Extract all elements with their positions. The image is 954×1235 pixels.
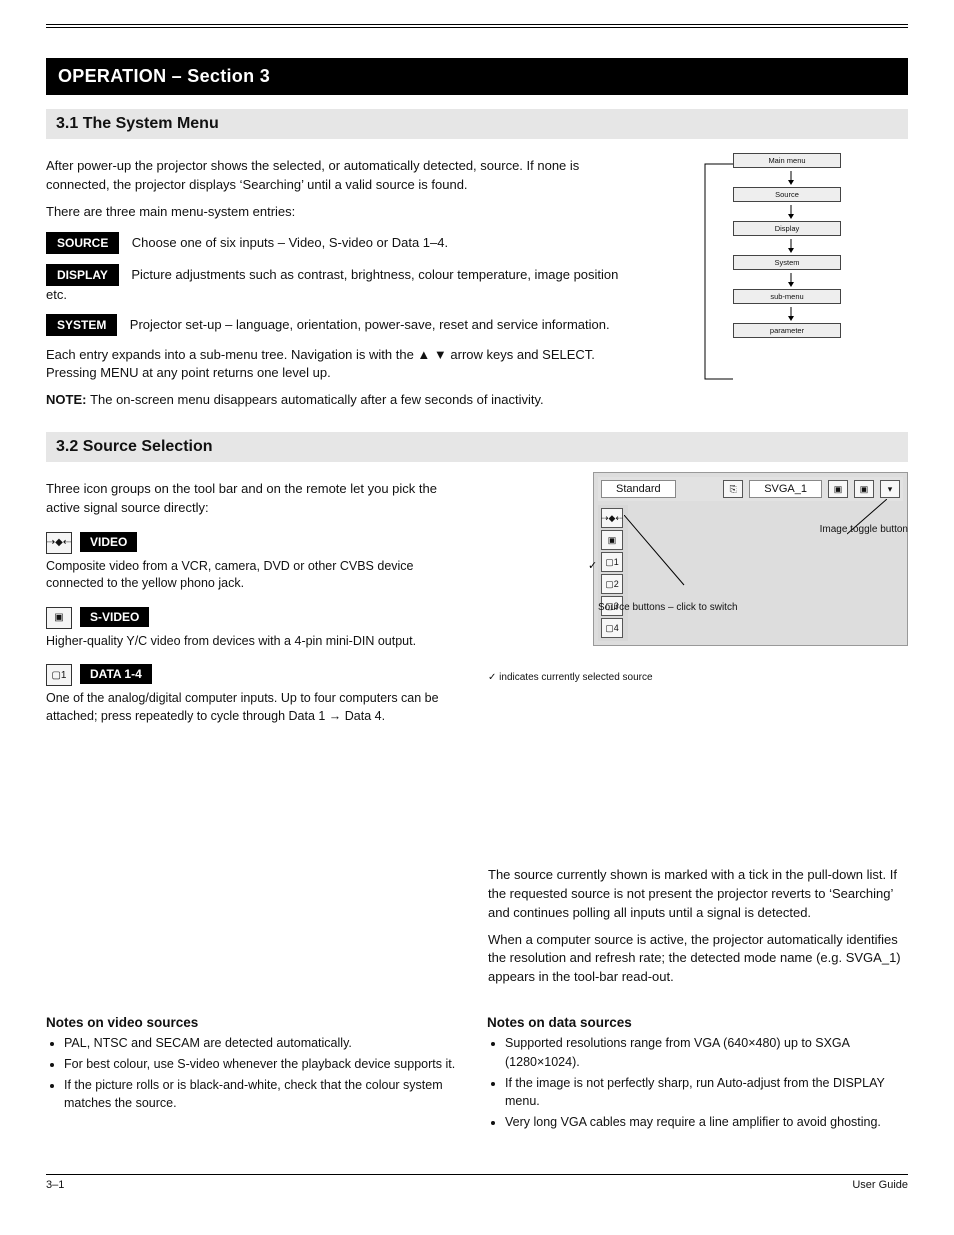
list-item: For best colour, use S-video whenever th… xyxy=(64,1055,467,1074)
menu-item-system: SYSTEM Projector set-up – language, orie… xyxy=(46,314,628,336)
flow-node-4: sub-menu xyxy=(733,289,841,304)
toolbar-btn-3[interactable]: ▣ xyxy=(854,480,874,498)
callout-right-bot-text: Source buttons – click to switch xyxy=(598,602,738,613)
flow-node-3: System xyxy=(733,255,841,270)
list-item: PAL, NTSC and SECAM are detected automat… xyxy=(64,1034,467,1053)
menu-desc-source: Choose one of six inputs – Video, S-vide… xyxy=(132,235,448,250)
menu-desc-system: Projector set-up – language, orientation… xyxy=(130,317,610,332)
video-chip: VIDEO xyxy=(80,532,137,552)
flow-node-0: Main menu xyxy=(733,153,841,168)
side-icon-video[interactable]: ⇢◆⇠ xyxy=(601,508,623,528)
menu-item-display: DISPLAY Picture adjustments such as cont… xyxy=(46,264,628,304)
menu-tag-system: SYSTEM xyxy=(46,314,117,336)
toolbar-res-readout: SVGA_1 xyxy=(749,480,822,498)
source-intro: Three icon groups on the tool bar and on… xyxy=(46,480,466,518)
flow-arrow-1 xyxy=(786,205,796,219)
intro-paragraph-1: After power-up the projector shows the s… xyxy=(46,157,628,195)
toolbar-btn-4[interactable]: ▾ xyxy=(880,480,900,498)
footer-doc-title: User Guide xyxy=(852,1179,908,1191)
notes-data-list: Supported resolutions range from VGA (64… xyxy=(487,1034,908,1132)
toolbar-btn-2[interactable]: ▣ xyxy=(828,480,848,498)
menu-tag-source: SOURCE xyxy=(46,232,119,254)
video-desc: Composite video from a VCR, camera, DVD … xyxy=(46,558,466,593)
callout-line-left xyxy=(624,515,694,595)
subsection-3-2-title: 3.2 Source Selection xyxy=(46,432,908,462)
flow-node-2: Display xyxy=(733,221,841,236)
callout-right-top-text: Image toggle button xyxy=(820,524,908,535)
menu-tag-display: DISPLAY xyxy=(46,264,119,286)
intro-note: NOTE: The on-screen menu disappears auto… xyxy=(46,391,628,410)
flow-node-5: parameter xyxy=(733,323,841,338)
callout-tick-mark: ✓ xyxy=(588,561,598,571)
list-item: Supported resolutions range from VGA (64… xyxy=(505,1034,908,1072)
page-footer: 3–1 User Guide xyxy=(46,1174,908,1191)
source-right-p2: When a computer source is active, the pr… xyxy=(488,931,908,988)
toolbar-mode-label[interactable]: Standard xyxy=(601,480,676,498)
flow-arrow-3 xyxy=(786,273,796,287)
svideo-desc: Higher-quality Y/C video from devices wi… xyxy=(46,633,466,651)
notes-video-list: PAL, NTSC and SECAM are detected automat… xyxy=(46,1034,467,1113)
source-right-p1: The source currently shown is marked wit… xyxy=(488,866,908,923)
source-row-svideo: ▣ S-VIDEO xyxy=(46,607,466,629)
page-top-rule xyxy=(46,24,908,28)
intro-paragraph-3: Each entry expands into a sub-menu tree.… xyxy=(46,346,628,384)
source-row-data: ▢1 DATA 1-4 xyxy=(46,664,466,686)
source-row-video: ⇢◆⇠ VIDEO xyxy=(46,532,466,554)
side-icon-data2[interactable]: ▢2 xyxy=(601,574,623,594)
flow-node-1: Source xyxy=(733,187,841,202)
note-text: The on-screen menu disappears automatica… xyxy=(90,392,544,407)
list-item: If the picture rolls or is black-and-whi… xyxy=(64,1076,467,1114)
data-desc: One of the analog/digital computer input… xyxy=(46,690,466,725)
footer-page-number: 3–1 xyxy=(46,1179,64,1191)
notes-data-head: Notes on data sources xyxy=(487,1015,908,1030)
subsection-3-1-title: 3.1 The System Menu xyxy=(46,109,908,139)
side-icon-svideo[interactable]: ▣ xyxy=(601,530,623,550)
svideo-icon: ▣ xyxy=(46,607,72,629)
callout-left-text: ✓ indicates currently selected source xyxy=(488,672,653,683)
data-icon: ▢1 xyxy=(46,664,72,686)
note-label: NOTE: xyxy=(46,392,90,407)
list-item: If the image is not perfectly sharp, run… xyxy=(505,1074,908,1112)
flow-arrow-4 xyxy=(786,307,796,321)
section-title-bar: OPERATION – Section 3 xyxy=(46,58,908,95)
toolbar-btn-1[interactable]: ⎘ xyxy=(723,480,743,498)
side-icon-data1[interactable]: ▢1 xyxy=(601,552,623,572)
toolbar-screenshot: Standard ⎘ SVGA_1 ▣ ▣ ▾ ⇢◆⇠ ▣ ▢1 ▢2 ▢3 ▢… xyxy=(593,472,908,646)
list-item: Very long VGA cables may require a line … xyxy=(505,1113,908,1132)
intro-paragraph-2: There are three main menu-system entries… xyxy=(46,203,628,222)
menu-item-source: SOURCE Choose one of six inputs – Video,… xyxy=(46,232,628,254)
svideo-chip: S-VIDEO xyxy=(80,607,149,627)
data-chip: DATA 1-4 xyxy=(80,664,152,684)
side-icon-data4[interactable]: ▢4 xyxy=(601,618,623,638)
flow-arrow-0 xyxy=(786,171,796,185)
svg-text:✓: ✓ xyxy=(588,560,597,572)
flow-arrow-2 xyxy=(786,239,796,253)
video-icon: ⇢◆⇠ xyxy=(46,532,72,554)
menu-flow-diagram: Main menu Source Display System sub-menu… xyxy=(648,153,908,403)
notes-video-head: Notes on video sources xyxy=(46,1015,467,1030)
menu-desc-display: Picture adjustments such as contrast, br… xyxy=(46,267,618,302)
